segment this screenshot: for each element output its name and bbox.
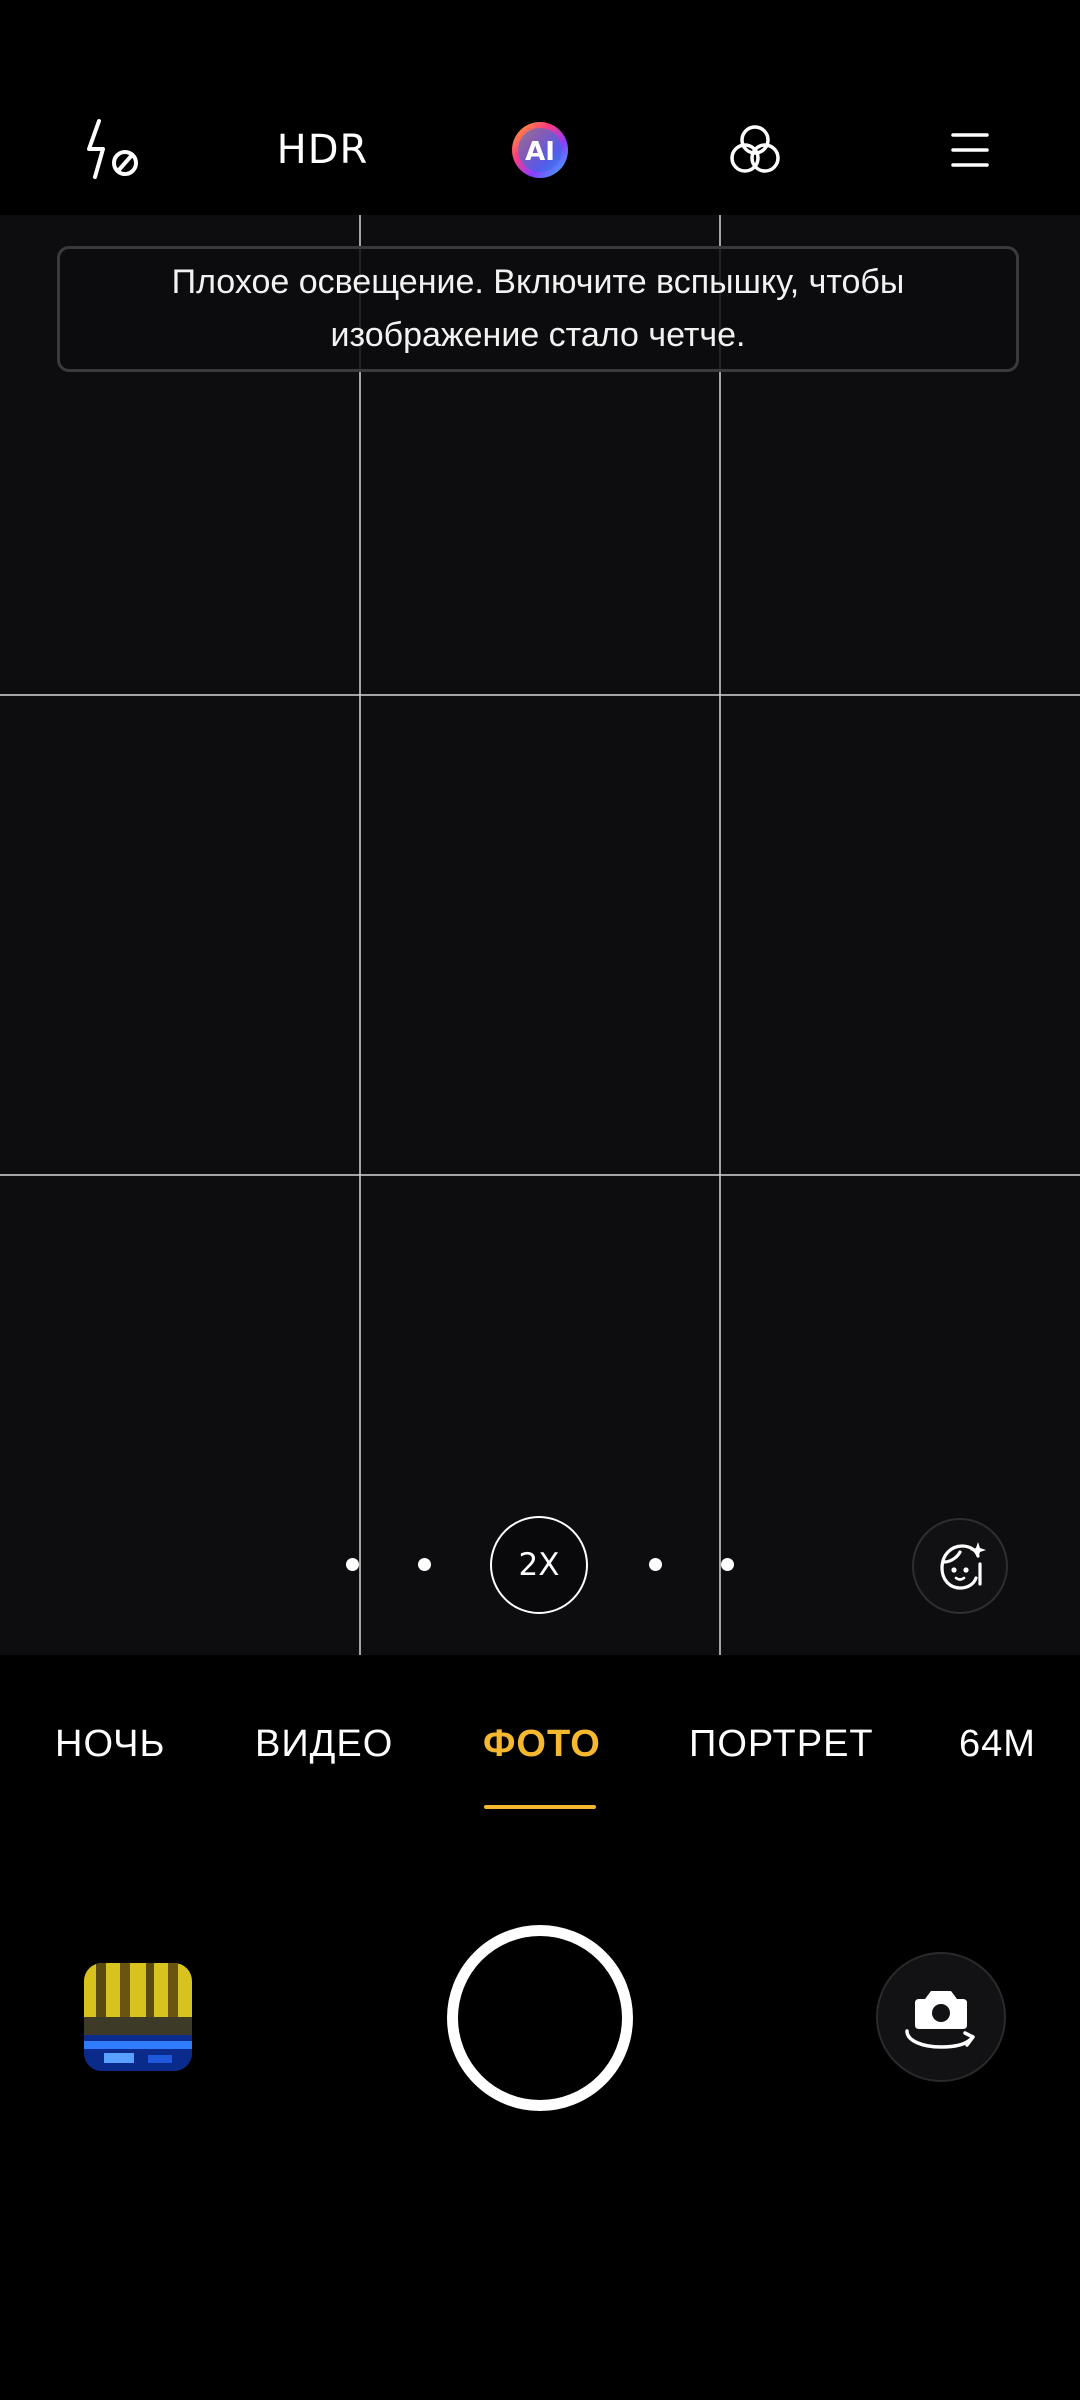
ai-scene-button[interactable]: AI [500,85,580,215]
menu-icon [951,133,989,167]
zoom-level-dot[interactable] [649,1558,662,1571]
filters-icon [730,125,780,173]
camera-viewfinder[interactable]: Плохое освещение. Включите вспышку, чтоб… [0,215,1080,1655]
hint-text: Плохое освещение. Включите вспышку, чтоб… [171,263,905,354]
active-mode-indicator [484,1805,596,1809]
hdr-button[interactable]: HDR [265,85,380,215]
filters-button[interactable] [715,85,795,215]
beauty-button[interactable] [912,1518,1008,1614]
flash-toggle-button[interactable] [60,85,160,215]
grid-line-horizontal [0,1174,1080,1176]
zoom-button[interactable]: 2X [490,1516,588,1614]
grid-line-vertical [719,215,721,1655]
shutter-button[interactable] [447,1925,633,2111]
ai-label: AI [525,137,555,167]
switch-camera-icon [905,1991,975,2049]
gallery-thumbnail[interactable] [84,1963,192,2071]
flash-off-icon [87,119,138,179]
mode-night[interactable]: НОЧЬ [55,1723,165,1766]
mode-selector: НОЧЬ ВИДЕО ФОТО ПОРТРЕТ 64M [0,1655,1080,1855]
grid-line-vertical [359,215,361,1655]
mode-video[interactable]: ВИДЕО [255,1723,393,1766]
zoom-level-dot[interactable] [418,1558,431,1571]
camera-app: HDR AI Плохое освещение. Включите вспышк… [0,0,1080,2400]
zoom-level-dot[interactable] [721,1558,734,1571]
switch-camera-button[interactable] [876,1952,1006,2082]
mode-portrait[interactable]: ПОРТРЕТ [689,1723,874,1766]
zoom-label: 2X [518,1547,560,1583]
beauty-face-icon [940,1542,986,1590]
gallery-thumbnail-image [84,1963,192,2071]
menu-button[interactable] [930,85,1010,215]
mode-64m[interactable]: 64M [959,1723,1036,1766]
mode-photo[interactable]: ФОТО [483,1723,601,1766]
grid-line-horizontal [0,694,1080,696]
low-light-hint: Плохое освещение. Включите вспышку, чтоб… [57,246,1019,372]
hdr-label: HDR [276,127,369,173]
zoom-level-dot[interactable] [346,1558,359,1571]
ai-icon: AI [512,122,568,178]
top-toolbar: HDR AI [0,85,1080,215]
